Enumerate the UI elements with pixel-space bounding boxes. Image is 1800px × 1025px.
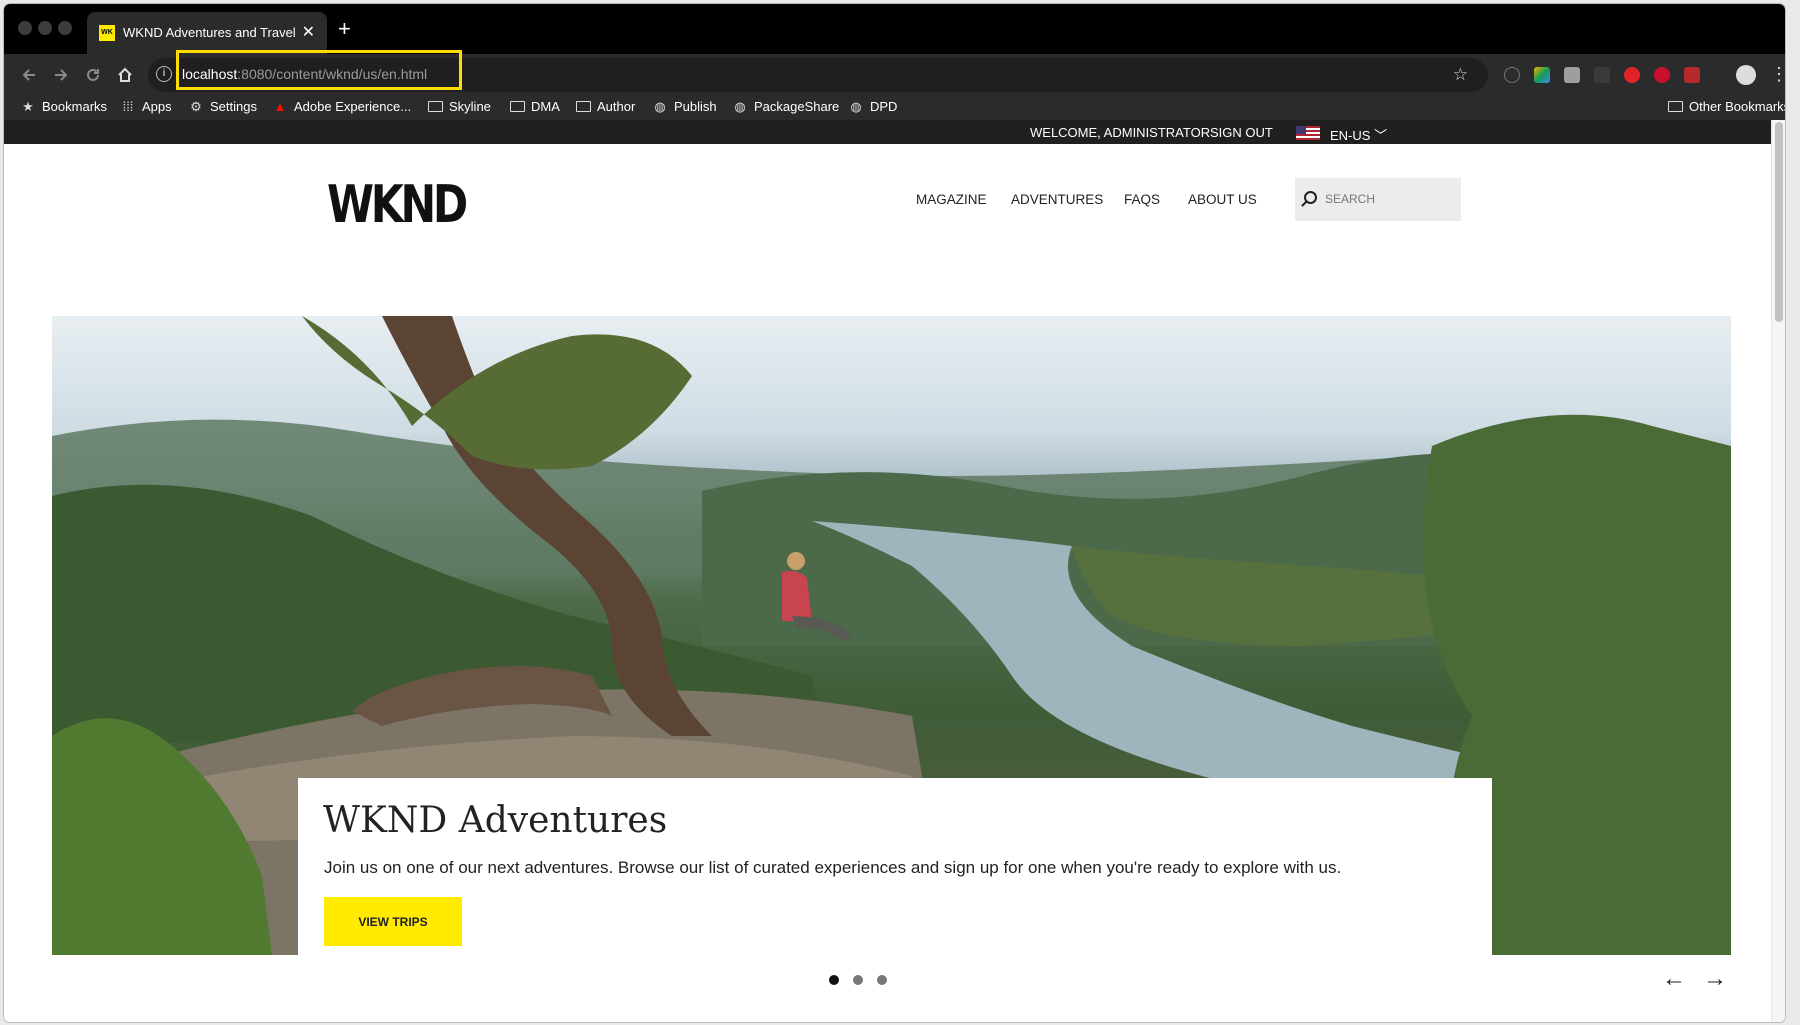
forward-button[interactable] xyxy=(48,62,74,88)
bookmark-dpd[interactable]: ◍ DPD xyxy=(848,99,897,115)
tab-strip: WK WKND Adventures and Travel ✕ + xyxy=(4,4,1785,54)
chevron-down-icon: ﹀ xyxy=(1374,128,1388,143)
tab-title: WKND Adventures and Travel xyxy=(123,25,296,40)
adobe-icon: ▲ xyxy=(273,99,287,114)
browser-tab-active[interactable]: WK WKND Adventures and Travel ✕ xyxy=(87,12,327,54)
browser-window: WK WKND Adventures and Travel ✕ + i loca… xyxy=(4,4,1785,1022)
url-host: localhost xyxy=(182,66,238,82)
site-logo[interactable]: WKND xyxy=(327,175,468,235)
extension-red-icon[interactable] xyxy=(1684,67,1700,83)
home-button[interactable] xyxy=(112,62,138,88)
browser-menu-icon[interactable]: ⋮ xyxy=(1770,64,1785,85)
back-button[interactable] xyxy=(16,62,42,88)
home-icon xyxy=(118,67,132,82)
folder-icon xyxy=(1668,101,1683,112)
browser-toolbar: i localhost:8080/content/wknd/us/en.html… xyxy=(4,54,1785,96)
hero-content-card: WKND Adventures Join us on one of our ne… xyxy=(298,778,1492,958)
carousel-indicator-1[interactable] xyxy=(829,975,839,985)
bookmark-label: Other Bookmarks xyxy=(1689,99,1785,114)
hero-description: Join us on one of our next adventures. B… xyxy=(324,858,1342,877)
nav-faqs[interactable]: FAQS xyxy=(1124,192,1160,207)
bookmark-bookmarks[interactable]: ★ Bookmarks xyxy=(20,99,107,115)
folder-icon xyxy=(428,101,443,112)
extension-block-icon[interactable] xyxy=(1624,67,1640,83)
welcome-text: WELCOME, ADMINISTRATOR xyxy=(1030,125,1211,140)
view-trips-button[interactable]: VIEW TRIPS xyxy=(324,897,462,946)
profile-avatar-icon[interactable] xyxy=(1736,65,1756,85)
tab-close-icon[interactable]: ✕ xyxy=(302,22,315,42)
carousel-indicator-2[interactable] xyxy=(853,975,863,985)
language-label: EN-US xyxy=(1330,128,1371,143)
extension-info-icon[interactable] xyxy=(1504,67,1520,83)
folder-icon xyxy=(510,101,525,112)
apps-grid-icon: ⁞⁞⁞ xyxy=(122,99,134,114)
bookmark-packageshare[interactable]: ◍ PackageShare xyxy=(732,99,839,115)
bookmark-adobe[interactable]: ▲ Adobe Experience... xyxy=(272,99,412,114)
extension-puzzle-icon[interactable] xyxy=(1564,67,1580,83)
site-search[interactable] xyxy=(1295,178,1461,221)
window-close-control[interactable] xyxy=(18,21,32,35)
sign-out-link[interactable]: SIGN OUT xyxy=(1210,125,1273,140)
globe-icon: ◍ xyxy=(654,99,666,114)
page-scrollbar[interactable] xyxy=(1771,120,1785,1022)
globe-icon: ◍ xyxy=(734,99,746,114)
window-minimize-control[interactable] xyxy=(38,21,52,35)
adblock-plus-icon[interactable] xyxy=(1654,67,1670,83)
language-selector[interactable]: EN-US ﹀ xyxy=(1330,125,1387,144)
bookmark-label: Bookmarks xyxy=(42,99,108,114)
url-path: :8080/content/wknd/us/en.html xyxy=(237,66,428,82)
bookmark-label: DMA xyxy=(531,99,560,114)
arrow-right-icon xyxy=(55,69,68,81)
new-tab-button[interactable]: + xyxy=(338,16,351,42)
bookmark-label: Author xyxy=(597,99,636,114)
globe-icon: ◍ xyxy=(850,99,862,114)
window-zoom-control[interactable] xyxy=(58,21,72,35)
web-page: WELCOME, ADMINISTRATOR SIGN OUT EN-US ﹀ … xyxy=(4,120,1785,1022)
bookmark-label: Skyline xyxy=(449,99,491,114)
bookmark-settings[interactable]: ⚙ Settings xyxy=(188,99,257,115)
nav-magazine[interactable]: MAGAZINE xyxy=(916,192,987,207)
bookmark-other[interactable]: Other Bookmarks xyxy=(1668,99,1785,114)
address-bar[interactable]: i localhost:8080/content/wknd/us/en.html… xyxy=(148,58,1488,92)
bookmark-skyline[interactable]: Skyline xyxy=(428,99,491,114)
hero-title: WKND Adventures xyxy=(323,800,668,841)
bookmark-label: Settings xyxy=(210,99,257,114)
bookmark-label: DPD xyxy=(870,99,898,114)
reload-button[interactable] xyxy=(80,62,106,88)
star-icon[interactable]: ☆ xyxy=(1453,65,1468,85)
extension-drive-icon[interactable] xyxy=(1534,67,1550,83)
arrow-left-icon xyxy=(22,69,35,81)
bookmark-label: Publish xyxy=(674,99,717,114)
search-icon xyxy=(1304,191,1317,204)
us-flag-icon xyxy=(1296,126,1320,140)
gear-icon: ⚙ xyxy=(190,99,202,114)
bookmark-label: PackageShare xyxy=(754,99,840,114)
url-text[interactable]: localhost:8080/content/wknd/us/en.html xyxy=(182,66,427,82)
carousel-next-arrow-icon[interactable]: → xyxy=(1703,965,1727,993)
bookmark-dma[interactable]: DMA xyxy=(510,99,560,114)
carousel-prev-arrow-icon[interactable]: ← xyxy=(1662,965,1686,993)
bookmark-label: Apps xyxy=(142,99,172,114)
site-info-icon[interactable]: i xyxy=(156,66,172,82)
search-input[interactable] xyxy=(1325,190,1453,208)
bookmark-apps[interactable]: ⁞⁞⁞ Apps xyxy=(120,99,172,114)
folder-icon xyxy=(576,101,591,112)
reload-icon xyxy=(87,68,99,81)
carousel-indicator-3[interactable] xyxy=(877,975,887,985)
site-top-bar: WELCOME, ADMINISTRATOR SIGN OUT EN-US ﹀ xyxy=(4,120,1785,144)
bookmark-label: Adobe Experience... xyxy=(294,99,412,114)
bookmarks-bar: ★ Bookmarks ⁞⁞⁞ Apps ⚙ Settings ▲ Adobe Expe… xyxy=(4,96,1785,120)
extension-dark-icon[interactable] xyxy=(1594,67,1610,83)
nav-about-us[interactable]: ABOUT US xyxy=(1188,192,1257,207)
nav-adventures[interactable]: ADVENTURES xyxy=(1011,192,1103,207)
bookmark-author[interactable]: Author xyxy=(576,99,635,114)
scrollbar-thumb[interactable] xyxy=(1775,122,1783,322)
star-icon: ★ xyxy=(22,99,34,114)
bookmark-publish[interactable]: ◍ Publish xyxy=(652,99,717,115)
tab-favicon-icon: WK xyxy=(99,25,115,41)
